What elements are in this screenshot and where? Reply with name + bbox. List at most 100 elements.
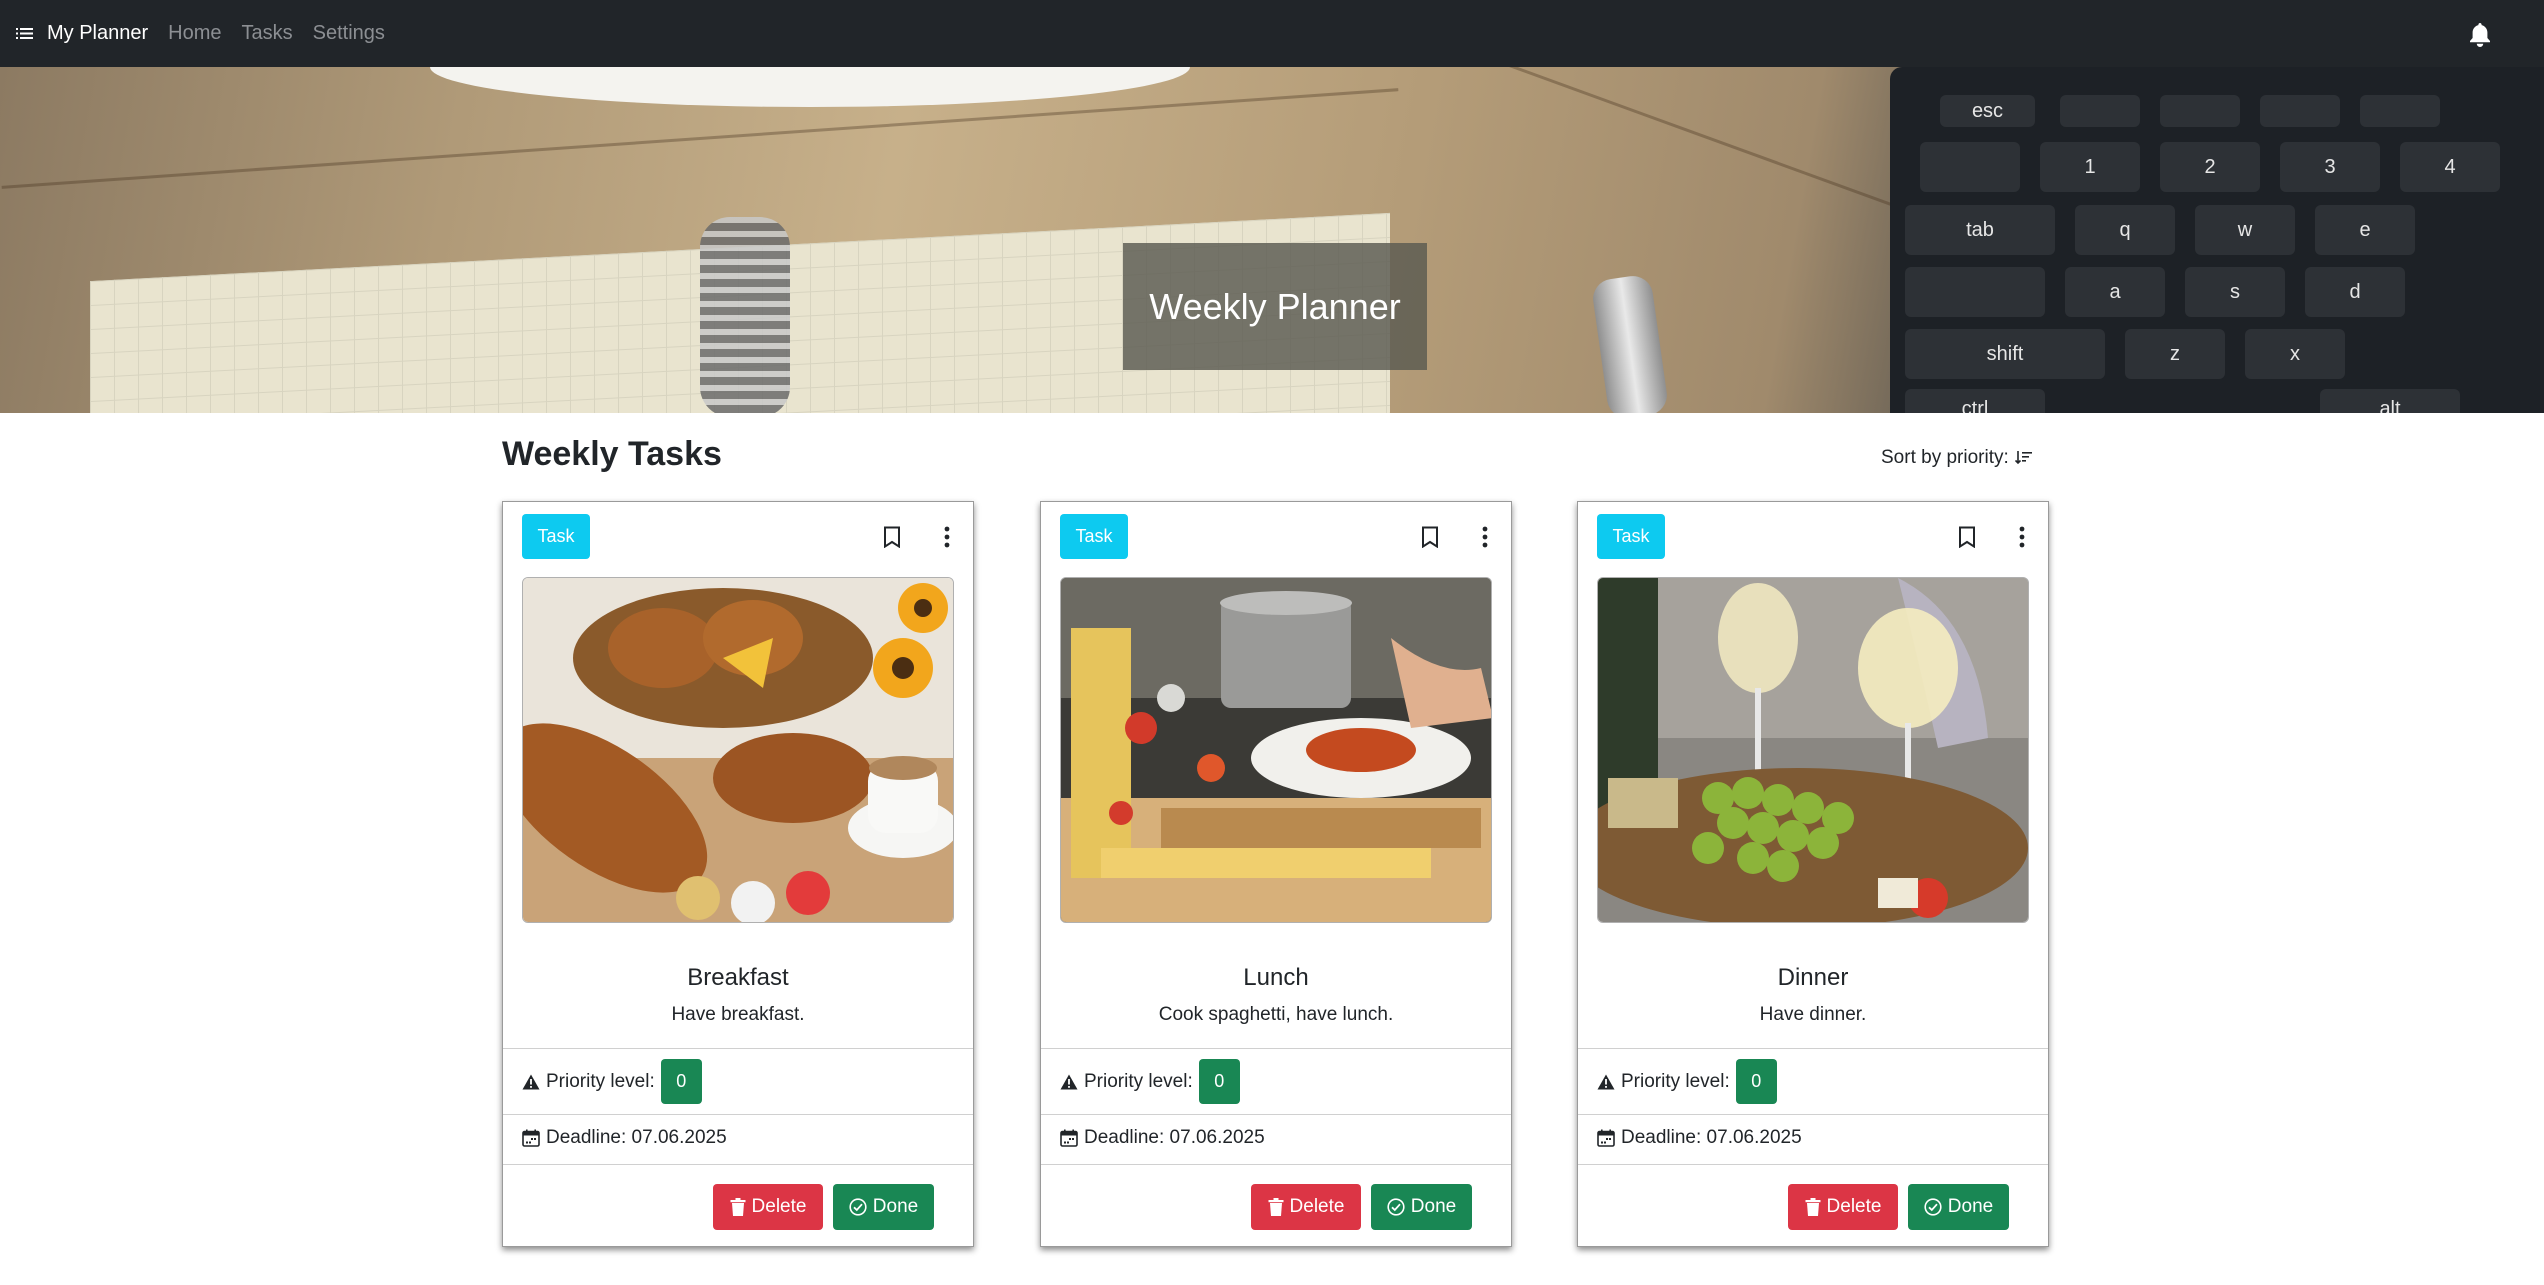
card-header: Task [503, 502, 973, 572]
three-dots-vertical-icon[interactable] [943, 526, 951, 548]
card-header: Task [1041, 502, 1511, 572]
priority-label: Priority level: [546, 1070, 655, 1092]
keyboard-key: 3 [2280, 142, 2380, 192]
delete-button[interactable]: Delete [1788, 1184, 1898, 1230]
warning-triangle-icon [1597, 1074, 1615, 1089]
keyboard-key: x [2245, 329, 2345, 379]
done-label: Done [1410, 1196, 1457, 1217]
keyboard-key: e [2315, 205, 2415, 255]
done-button[interactable]: Done [1371, 1184, 1472, 1230]
priority-row: Priority level: 0 [1578, 1048, 2048, 1114]
list-icon[interactable] [16, 27, 33, 40]
nav-link-tasks[interactable]: Tasks [242, 22, 293, 45]
keyboard-key: w [2195, 205, 2295, 255]
keyboard-key: d [2305, 267, 2405, 317]
keyboard-key [1920, 142, 2020, 192]
hero-banner: esc 1 2 3 4 tab q w e a s d shift z x ct… [0, 67, 2544, 413]
card-actions: Delete Done [1578, 1164, 2048, 1248]
keyboard-key: ctrl [1905, 389, 2045, 413]
card-text: Cook spaghetti, have lunch. [1158, 1004, 1394, 1025]
keyboard-key: z [2125, 329, 2225, 379]
card-title: Lunch [1243, 964, 1309, 991]
sort-priority-icon [2014, 451, 2032, 465]
task-card-lunch: Task Lunch Cook spaghetti, have lunch. P… [1040, 501, 1512, 1247]
hero-pen-image [1590, 273, 1670, 413]
priority-badge: 0 [1198, 1059, 1240, 1104]
done-button[interactable]: Done [833, 1184, 934, 1230]
card-title: Dinner [1777, 964, 1849, 991]
three-dots-vertical-icon[interactable] [2018, 526, 2026, 548]
card-actions: Delete Done [503, 1164, 973, 1248]
bookmark-icon[interactable] [1958, 526, 1976, 548]
done-label: Done [872, 1196, 919, 1217]
delete-label: Delete [1826, 1196, 1882, 1217]
card-actions: Delete Done [1041, 1164, 1511, 1248]
task-tag-button[interactable]: Task [522, 514, 590, 559]
trash-icon [1805, 1198, 1821, 1216]
deadline-text: Deadline: 07.06.2025 [1084, 1127, 1265, 1148]
hero-keyboard-image: esc 1 2 3 4 tab q w e a s d shift z x ct… [1890, 67, 2544, 413]
warning-triangle-icon [522, 1074, 540, 1089]
keyboard-key [2360, 95, 2440, 127]
task-tag-button[interactable]: Task [1060, 514, 1128, 559]
priority-row: Priority level: 0 [503, 1048, 973, 1114]
keyboard-key [2260, 95, 2340, 127]
trash-icon [1268, 1198, 1284, 1216]
hero-title-box: Weekly Planner [1123, 243, 1427, 370]
keyboard-key: 4 [2400, 142, 2500, 192]
calendar-icon [1597, 1129, 1615, 1147]
task-tag-button[interactable]: Task [1597, 514, 1665, 559]
priority-badge: 0 [1735, 1059, 1777, 1104]
dinner-image [1597, 577, 2029, 923]
check-circle-icon [1387, 1198, 1405, 1216]
deadline-text: Deadline: 07.06.2025 [1621, 1127, 1802, 1148]
card-title: Breakfast [687, 964, 789, 991]
priority-label: Priority level: [1084, 1070, 1193, 1092]
keyboard-key: s [2185, 267, 2285, 317]
priority-row: Priority level: 0 [1041, 1048, 1511, 1114]
calendar-icon [522, 1129, 540, 1147]
keyboard-key [1905, 267, 2045, 317]
keyboard-key [2160, 95, 2240, 127]
check-circle-icon [849, 1198, 867, 1216]
done-button[interactable]: Done [1908, 1184, 2009, 1230]
hero-spiral-image [700, 217, 790, 413]
delete-label: Delete [751, 1196, 807, 1217]
card-text: Have breakfast. [671, 1004, 805, 1025]
lunch-image [1060, 577, 1492, 923]
nav-link-home[interactable]: Home [168, 22, 221, 45]
delete-label: Delete [1289, 1196, 1345, 1217]
keyboard-key: 1 [2040, 142, 2140, 192]
hero-title: Weekly Planner [1149, 285, 1401, 327]
bookmark-icon[interactable] [883, 526, 901, 548]
sort-by-priority-button[interactable]: Sort by priority: [1881, 447, 2033, 469]
keyboard-key: 2 [2160, 142, 2260, 192]
keyboard-key: shift [1905, 329, 2105, 379]
check-circle-icon [1924, 1198, 1942, 1216]
done-label: Done [1947, 1196, 1994, 1217]
deadline-text: Deadline: 07.06.2025 [546, 1127, 727, 1148]
keyboard-key: a [2065, 267, 2165, 317]
navbar-brand[interactable]: My Planner [47, 22, 148, 45]
card-text: Have dinner. [1759, 1004, 1867, 1025]
keyboard-key [2060, 95, 2140, 127]
three-dots-vertical-icon[interactable] [1481, 526, 1489, 548]
card-header: Task [1578, 502, 2048, 572]
section-title: Weekly Tasks [502, 435, 722, 473]
delete-button[interactable]: Delete [1251, 1184, 1361, 1230]
task-card-dinner: Task Dinner Have dinner. Priority level:… [1577, 501, 2049, 1247]
keyboard-key: tab [1905, 205, 2055, 255]
keyboard-key: q [2075, 205, 2175, 255]
breakfast-image [522, 577, 954, 923]
bookmark-icon[interactable] [1421, 526, 1439, 548]
calendar-icon [1060, 1129, 1078, 1147]
hero-plate-image [430, 67, 1190, 107]
delete-button[interactable]: Delete [713, 1184, 823, 1230]
nav-link-settings[interactable]: Settings [313, 22, 385, 45]
deadline-row: Deadline: 07.06.2025 [503, 1114, 973, 1164]
task-card-breakfast: Task Breakfast Have breakfast. Priority … [502, 501, 974, 1247]
deadline-row: Deadline: 07.06.2025 [1041, 1114, 1511, 1164]
sort-label: Sort by priority: [1881, 447, 2009, 468]
warning-triangle-icon [1060, 1074, 1078, 1089]
bell-icon[interactable] [2468, 21, 2492, 47]
